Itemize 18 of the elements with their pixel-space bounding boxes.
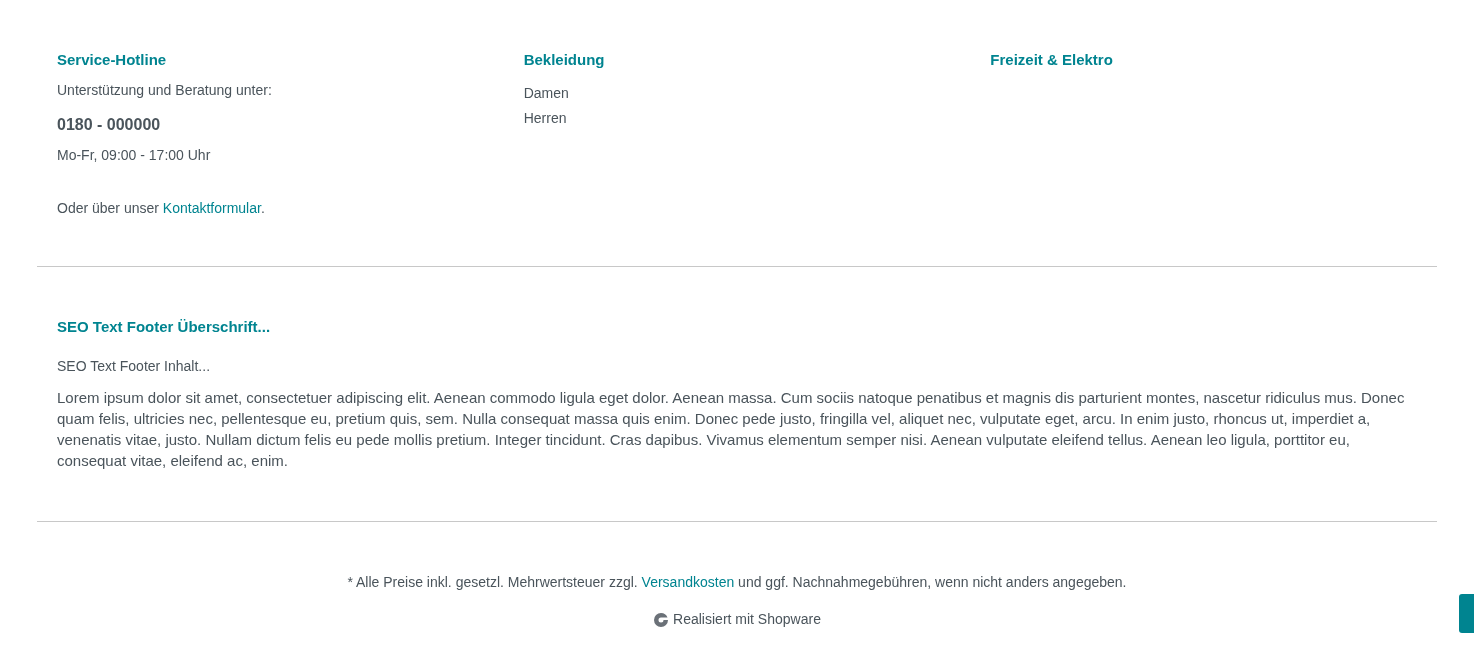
link[interactable]: Versandkosten <box>641 574 735 590</box>
support-text: Unterstützung und Beratung unter: <box>57 81 273 100</box>
footer-link[interactable]: Herren <box>523 108 951 128</box>
powered-by-text: Realisiert mit Shopware <box>673 610 821 629</box>
seo-heading: SEO Text Footer Überschrift... <box>57 317 272 337</box>
column-heading: Bekleidung <box>523 50 606 70</box>
seo-subtitle: SEO Text Footer Inhalt... <box>57 357 212 376</box>
phone-number: 0180 - 000000 <box>57 115 162 135</box>
column-heading: Freizeit & Elektro <box>990 50 1114 70</box>
logo-icon <box>653 611 670 628</box>
footer-link[interactable]: Damen <box>523 83 951 103</box>
seo-paragraph: Lorem ipsum dolor sit amet, consectetuer adipiscing elit. Aenean commodo ligula eget dolor. Aenean massa. Cum sociis natoque penatibus et magnis dis parturient montes, nascetur ridiculus mus. Donec quam felis, ultricies nec, pellentesque eu, pretium quis, sem. Nulla consequat massa quis enim. Donec pede justo, fringilla vel, aliquet nec, vulputate eget, arcu. In enim justo, rhoncus ut, imperdiet a, venenatis vitae, justo. Nullam dictum felis eu pede mollis pretium. Integer tincidunt. Cras dapibus. Vivamus elementum semper nisi. Aenean vulputate eleifend tellus. Aenean leo ligula, porttitor eu, consequat vitae, eleifend ac, enim. <box>57 388 1406 471</box>
scroll-top-button[interactable] <box>1459 594 1474 633</box>
contact-text: Oder über unser Kontaktformular. <box>57 199 266 218</box>
column-heading: Service-Hotline <box>57 50 168 70</box>
hours-text: Mo-Fr, 09:00 - 17:00 Uhr <box>57 146 212 165</box>
link[interactable]: Kontaktformular <box>162 200 261 216</box>
vat-note: * Alle Preise inkl. gesetzl. Mehrwertsteuer zzgl. Versandkosten und ggf. Nachnahmegebühren, wenn nicht anders angegeben. <box>347 573 1127 592</box>
